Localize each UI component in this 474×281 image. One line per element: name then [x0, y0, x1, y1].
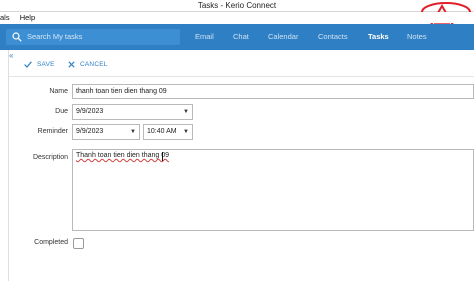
- left-sidebar-collapsed: [0, 50, 9, 281]
- cancel-label: CANCEL: [80, 61, 108, 68]
- tab-notes[interactable]: Notes: [407, 24, 427, 50]
- menu-bar: als Help: [0, 12, 474, 23]
- window-title: Tasks - Kerio Connect: [197, 1, 277, 10]
- check-icon: [24, 61, 32, 68]
- search-icon: [12, 32, 22, 42]
- task-toolbar: SAVE CANCEL: [9, 55, 474, 76]
- due-date-picker[interactable]: 9/9/2023 ▼: [72, 104, 193, 120]
- tab-contacts[interactable]: Contacts: [318, 24, 348, 50]
- reminder-time-value: 10:40 AM: [147, 128, 177, 135]
- chevron-down-icon[interactable]: ▼: [130, 125, 136, 139]
- completed-label: Completed: [34, 239, 68, 246]
- close-icon: [68, 61, 75, 68]
- window-titlebar: Tasks - Kerio Connect: [0, 0, 474, 31]
- name-field[interactable]: thanh toan tien dien thang 09: [72, 84, 474, 99]
- toolbar-divider: [9, 76, 474, 77]
- tab-email[interactable]: Email: [195, 24, 214, 50]
- chevron-down-icon[interactable]: ▼: [183, 105, 189, 119]
- due-label: Due: [55, 108, 68, 115]
- tab-calendar[interactable]: Calendar: [268, 24, 298, 50]
- description-textarea[interactable]: Thanh toan tien dien thang 09: [72, 149, 474, 231]
- reminder-time-picker[interactable]: 10:40 AM ▼: [143, 124, 193, 140]
- search-input-placeholder: Search My tasks: [27, 32, 83, 41]
- name-label: Name: [49, 88, 68, 95]
- reminder-date-value: 9/9/2023: [76, 128, 104, 135]
- description-value: Thanh toan tien dien thang 09: [76, 152, 170, 159]
- due-value: 9/9/2023: [76, 108, 104, 115]
- chevron-down-icon[interactable]: ▼: [183, 125, 189, 139]
- top-nav-bar: Search My tasks Email Chat Calendar Cont…: [0, 24, 474, 50]
- tab-chat[interactable]: Chat: [233, 24, 249, 50]
- description-label: Description: [32, 154, 68, 161]
- text-caret: [162, 152, 163, 161]
- cancel-button[interactable]: CANCEL: [68, 55, 108, 76]
- menu-item-help[interactable]: Help: [20, 13, 35, 22]
- menu-item-tools[interactable]: als: [0, 13, 10, 22]
- reminder-label: Reminder: [37, 128, 68, 135]
- save-label: SAVE: [37, 61, 55, 68]
- completed-checkbox[interactable]: [73, 238, 84, 249]
- reminder-date-picker[interactable]: 9/9/2023 ▼: [72, 124, 140, 140]
- name-value: thanh toan tien dien thang 09: [76, 88, 167, 95]
- tab-tasks[interactable]: Tasks: [368, 24, 389, 50]
- save-button[interactable]: SAVE: [24, 55, 55, 76]
- search-box[interactable]: Search My tasks: [6, 29, 180, 45]
